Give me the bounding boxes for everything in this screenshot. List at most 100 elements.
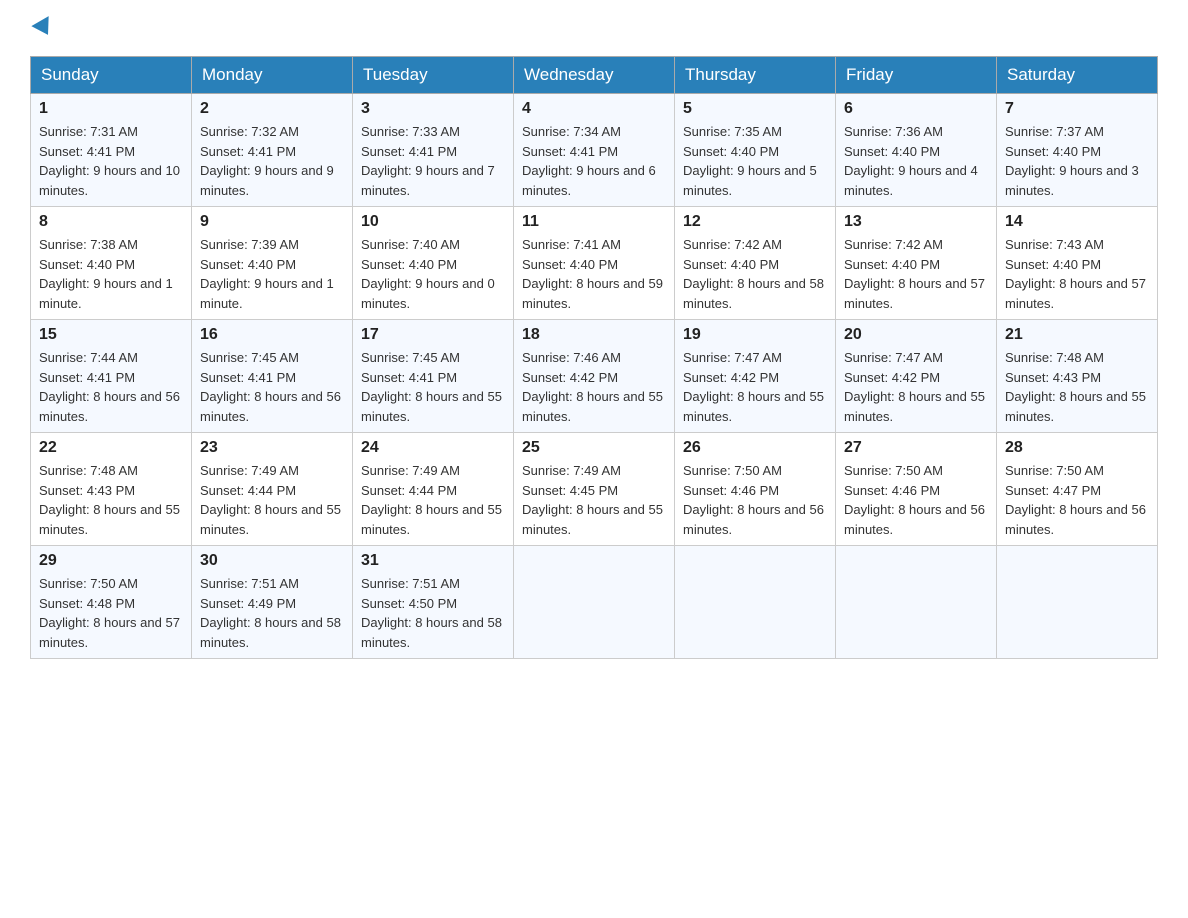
day-number: 21 <box>1005 326 1149 344</box>
day-number: 14 <box>1005 213 1149 231</box>
calendar-cell: 11 Sunrise: 7:41 AMSunset: 4:40 PMDaylig… <box>514 207 675 320</box>
day-info: Sunrise: 7:44 AMSunset: 4:41 PMDaylight:… <box>39 350 180 424</box>
day-info: Sunrise: 7:36 AMSunset: 4:40 PMDaylight:… <box>844 124 978 198</box>
calendar-cell: 21 Sunrise: 7:48 AMSunset: 4:43 PMDaylig… <box>997 320 1158 433</box>
day-number: 23 <box>200 439 344 457</box>
day-number: 30 <box>200 552 344 570</box>
calendar-cell: 29 Sunrise: 7:50 AMSunset: 4:48 PMDaylig… <box>31 546 192 659</box>
calendar-cell: 30 Sunrise: 7:51 AMSunset: 4:49 PMDaylig… <box>192 546 353 659</box>
day-info: Sunrise: 7:47 AMSunset: 4:42 PMDaylight:… <box>683 350 824 424</box>
day-number: 31 <box>361 552 505 570</box>
day-info: Sunrise: 7:34 AMSunset: 4:41 PMDaylight:… <box>522 124 656 198</box>
day-number: 22 <box>39 439 183 457</box>
calendar-table: SundayMondayTuesdayWednesdayThursdayFrid… <box>30 56 1158 659</box>
day-info: Sunrise: 7:37 AMSunset: 4:40 PMDaylight:… <box>1005 124 1139 198</box>
column-header-thursday: Thursday <box>675 57 836 94</box>
page-header <box>30 20 1158 36</box>
calendar-cell: 4 Sunrise: 7:34 AMSunset: 4:41 PMDayligh… <box>514 94 675 207</box>
day-info: Sunrise: 7:43 AMSunset: 4:40 PMDaylight:… <box>1005 237 1146 311</box>
day-info: Sunrise: 7:42 AMSunset: 4:40 PMDaylight:… <box>844 237 985 311</box>
calendar-cell: 9 Sunrise: 7:39 AMSunset: 4:40 PMDayligh… <box>192 207 353 320</box>
day-number: 2 <box>200 100 344 118</box>
day-info: Sunrise: 7:35 AMSunset: 4:40 PMDaylight:… <box>683 124 817 198</box>
calendar-cell: 22 Sunrise: 7:48 AMSunset: 4:43 PMDaylig… <box>31 433 192 546</box>
calendar-cell: 27 Sunrise: 7:50 AMSunset: 4:46 PMDaylig… <box>836 433 997 546</box>
day-info: Sunrise: 7:49 AMSunset: 4:45 PMDaylight:… <box>522 463 663 537</box>
calendar-cell: 26 Sunrise: 7:50 AMSunset: 4:46 PMDaylig… <box>675 433 836 546</box>
logo-triangle-icon <box>31 16 56 40</box>
calendar-cell: 17 Sunrise: 7:45 AMSunset: 4:41 PMDaylig… <box>353 320 514 433</box>
day-number: 1 <box>39 100 183 118</box>
day-info: Sunrise: 7:32 AMSunset: 4:41 PMDaylight:… <box>200 124 334 198</box>
day-info: Sunrise: 7:40 AMSunset: 4:40 PMDaylight:… <box>361 237 495 311</box>
calendar-week-row: 15 Sunrise: 7:44 AMSunset: 4:41 PMDaylig… <box>31 320 1158 433</box>
day-number: 28 <box>1005 439 1149 457</box>
calendar-cell: 20 Sunrise: 7:47 AMSunset: 4:42 PMDaylig… <box>836 320 997 433</box>
calendar-week-row: 29 Sunrise: 7:50 AMSunset: 4:48 PMDaylig… <box>31 546 1158 659</box>
day-info: Sunrise: 7:45 AMSunset: 4:41 PMDaylight:… <box>200 350 341 424</box>
day-number: 18 <box>522 326 666 344</box>
calendar-cell: 8 Sunrise: 7:38 AMSunset: 4:40 PMDayligh… <box>31 207 192 320</box>
calendar-cell <box>514 546 675 659</box>
day-info: Sunrise: 7:49 AMSunset: 4:44 PMDaylight:… <box>200 463 341 537</box>
day-info: Sunrise: 7:38 AMSunset: 4:40 PMDaylight:… <box>39 237 173 311</box>
calendar-week-row: 8 Sunrise: 7:38 AMSunset: 4:40 PMDayligh… <box>31 207 1158 320</box>
day-number: 9 <box>200 213 344 231</box>
day-number: 3 <box>361 100 505 118</box>
calendar-cell: 15 Sunrise: 7:44 AMSunset: 4:41 PMDaylig… <box>31 320 192 433</box>
day-number: 10 <box>361 213 505 231</box>
day-info: Sunrise: 7:39 AMSunset: 4:40 PMDaylight:… <box>200 237 334 311</box>
calendar-cell: 24 Sunrise: 7:49 AMSunset: 4:44 PMDaylig… <box>353 433 514 546</box>
day-info: Sunrise: 7:50 AMSunset: 4:48 PMDaylight:… <box>39 576 180 650</box>
column-header-friday: Friday <box>836 57 997 94</box>
day-number: 26 <box>683 439 827 457</box>
calendar-cell: 25 Sunrise: 7:49 AMSunset: 4:45 PMDaylig… <box>514 433 675 546</box>
day-info: Sunrise: 7:45 AMSunset: 4:41 PMDaylight:… <box>361 350 502 424</box>
day-number: 16 <box>200 326 344 344</box>
calendar-week-row: 22 Sunrise: 7:48 AMSunset: 4:43 PMDaylig… <box>31 433 1158 546</box>
column-header-tuesday: Tuesday <box>353 57 514 94</box>
day-number: 15 <box>39 326 183 344</box>
calendar-cell: 14 Sunrise: 7:43 AMSunset: 4:40 PMDaylig… <box>997 207 1158 320</box>
day-info: Sunrise: 7:31 AMSunset: 4:41 PMDaylight:… <box>39 124 180 198</box>
day-number: 7 <box>1005 100 1149 118</box>
day-number: 19 <box>683 326 827 344</box>
column-header-monday: Monday <box>192 57 353 94</box>
day-info: Sunrise: 7:51 AMSunset: 4:49 PMDaylight:… <box>200 576 341 650</box>
day-info: Sunrise: 7:48 AMSunset: 4:43 PMDaylight:… <box>39 463 180 537</box>
day-info: Sunrise: 7:49 AMSunset: 4:44 PMDaylight:… <box>361 463 502 537</box>
day-info: Sunrise: 7:33 AMSunset: 4:41 PMDaylight:… <box>361 124 495 198</box>
day-number: 11 <box>522 213 666 231</box>
calendar-week-row: 1 Sunrise: 7:31 AMSunset: 4:41 PMDayligh… <box>31 94 1158 207</box>
day-number: 4 <box>522 100 666 118</box>
day-number: 12 <box>683 213 827 231</box>
day-info: Sunrise: 7:47 AMSunset: 4:42 PMDaylight:… <box>844 350 985 424</box>
calendar-cell: 10 Sunrise: 7:40 AMSunset: 4:40 PMDaylig… <box>353 207 514 320</box>
day-number: 6 <box>844 100 988 118</box>
calendar-cell: 28 Sunrise: 7:50 AMSunset: 4:47 PMDaylig… <box>997 433 1158 546</box>
day-number: 20 <box>844 326 988 344</box>
calendar-cell: 16 Sunrise: 7:45 AMSunset: 4:41 PMDaylig… <box>192 320 353 433</box>
calendar-cell: 3 Sunrise: 7:33 AMSunset: 4:41 PMDayligh… <box>353 94 514 207</box>
calendar-header-row: SundayMondayTuesdayWednesdayThursdayFrid… <box>31 57 1158 94</box>
calendar-cell <box>836 546 997 659</box>
column-header-wednesday: Wednesday <box>514 57 675 94</box>
day-number: 17 <box>361 326 505 344</box>
calendar-cell: 13 Sunrise: 7:42 AMSunset: 4:40 PMDaylig… <box>836 207 997 320</box>
calendar-cell: 31 Sunrise: 7:51 AMSunset: 4:50 PMDaylig… <box>353 546 514 659</box>
calendar-cell: 23 Sunrise: 7:49 AMSunset: 4:44 PMDaylig… <box>192 433 353 546</box>
day-info: Sunrise: 7:41 AMSunset: 4:40 PMDaylight:… <box>522 237 663 311</box>
calendar-cell: 12 Sunrise: 7:42 AMSunset: 4:40 PMDaylig… <box>675 207 836 320</box>
logo <box>30 20 54 36</box>
calendar-cell: 5 Sunrise: 7:35 AMSunset: 4:40 PMDayligh… <box>675 94 836 207</box>
calendar-cell: 1 Sunrise: 7:31 AMSunset: 4:41 PMDayligh… <box>31 94 192 207</box>
day-info: Sunrise: 7:46 AMSunset: 4:42 PMDaylight:… <box>522 350 663 424</box>
calendar-cell: 19 Sunrise: 7:47 AMSunset: 4:42 PMDaylig… <box>675 320 836 433</box>
day-info: Sunrise: 7:48 AMSunset: 4:43 PMDaylight:… <box>1005 350 1146 424</box>
day-info: Sunrise: 7:50 AMSunset: 4:46 PMDaylight:… <box>683 463 824 537</box>
day-number: 8 <box>39 213 183 231</box>
day-number: 29 <box>39 552 183 570</box>
calendar-cell <box>997 546 1158 659</box>
calendar-cell <box>675 546 836 659</box>
column-header-saturday: Saturday <box>997 57 1158 94</box>
